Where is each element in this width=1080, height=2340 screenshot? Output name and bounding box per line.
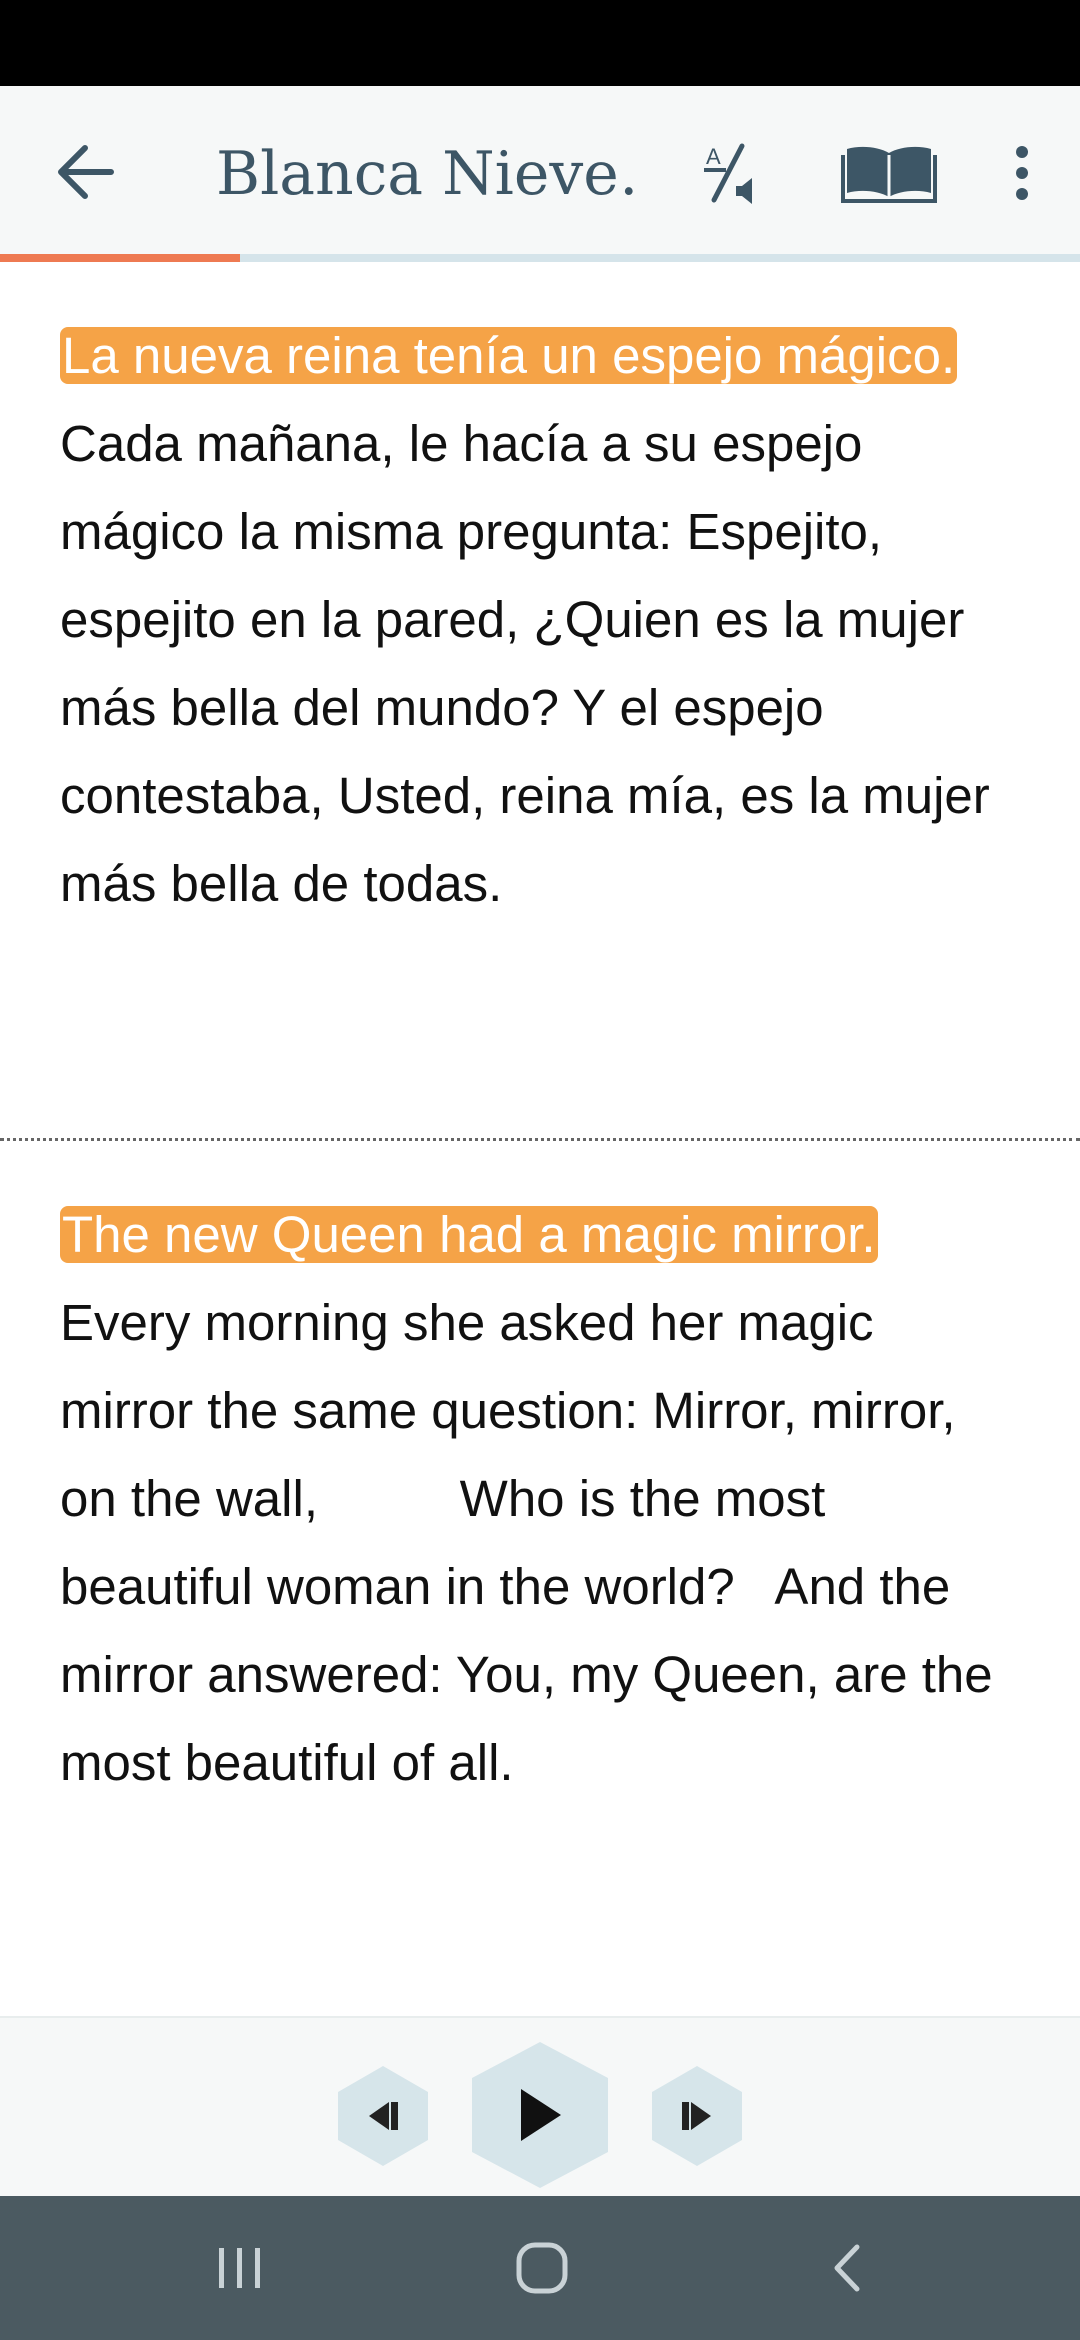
status-bar — [0, 0, 1080, 86]
next-icon — [682, 2102, 711, 2130]
previous-icon — [369, 2102, 398, 2130]
english-highlighted-sentence[interactable]: The new Queen had a magic mirror. — [60, 1206, 878, 1263]
translate-audio-button[interactable]: A — [688, 130, 778, 216]
home-button[interactable] — [482, 2218, 602, 2318]
read-mode-button[interactable] — [834, 130, 944, 216]
english-paragraph: The new Queen had a magic mirror. Every … — [60, 1191, 1020, 1807]
play-button[interactable] — [470, 2040, 610, 2190]
system-back-button[interactable] — [786, 2218, 906, 2318]
recents-icon — [219, 2248, 260, 2288]
svg-text:A: A — [706, 144, 721, 169]
open-book-icon — [841, 146, 937, 203]
more-vert-icon — [1016, 146, 1028, 200]
next-sentence-button[interactable] — [650, 2064, 744, 2168]
spanish-highlighted-sentence[interactable]: La nueva reina tenía un espejo mágico. — [60, 327, 958, 384]
back-button[interactable] — [40, 132, 130, 212]
arrow-left-icon — [58, 145, 114, 199]
more-options-button[interactable] — [992, 130, 1052, 216]
previous-sentence-button[interactable] — [336, 2064, 430, 2168]
recents-button[interactable] — [180, 2218, 300, 2318]
home-icon — [516, 2242, 568, 2294]
audio-player — [0, 2016, 1080, 2196]
play-icon — [521, 2089, 561, 2141]
spanish-text: Cada mañana, le hacía a su espejo mágico… — [60, 415, 990, 912]
app-bar: Blanca Nieve… A — [0, 86, 1080, 256]
language-divider — [0, 1138, 1080, 1141]
chevron-left-icon — [834, 2244, 860, 2292]
reading-progress-fill — [0, 254, 240, 262]
story-reader[interactable]: La nueva reina tenía un espejo mágico. C… — [0, 262, 1080, 2016]
spanish-paragraph: La nueva reina tenía un espejo mágico. C… — [60, 312, 1020, 928]
system-navigation-bar — [0, 2196, 1080, 2340]
translate-audio-icon: A — [704, 143, 752, 204]
reading-progress-bar — [0, 254, 1080, 262]
book-title: Blanca Nieve… — [216, 139, 636, 209]
english-text: Every morning she asked her magic mirror… — [60, 1206, 1007, 1791]
